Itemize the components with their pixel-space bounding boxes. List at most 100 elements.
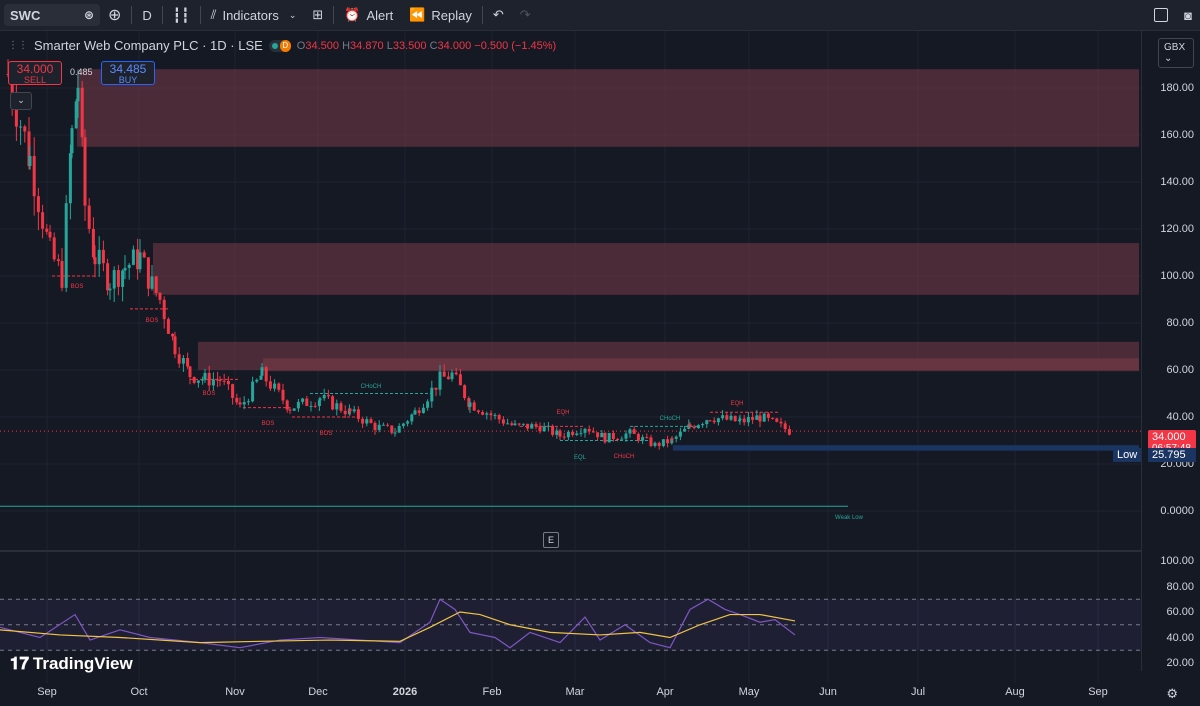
candle-body xyxy=(530,424,534,429)
interval-button[interactable]: D xyxy=(134,0,159,30)
brand-label: TradingView xyxy=(32,654,133,673)
candle-body xyxy=(361,418,365,424)
candle-body xyxy=(74,101,78,129)
sell-button[interactable]: 34.000 SELL xyxy=(8,61,62,85)
last-price: 34.000 xyxy=(1152,431,1186,443)
candle-body xyxy=(708,420,712,422)
candle-body xyxy=(181,358,185,364)
candle-body xyxy=(649,437,653,446)
supply-zone xyxy=(77,69,1139,147)
buy-price: 34.485 xyxy=(109,62,147,76)
tradingview-logo[interactable]: 𝟏𝟕 TradingView xyxy=(10,654,133,674)
redo-icon: ↷ xyxy=(519,7,531,22)
alarm-clock-icon: ⏰ xyxy=(344,7,361,22)
candle-body xyxy=(268,381,272,389)
plus-circle-icon: ⊕ xyxy=(108,7,122,24)
chevron-down-icon: ⌄ xyxy=(1164,53,1173,64)
chart-type-button[interactable]: ┇┇ xyxy=(165,0,198,30)
legend-title[interactable]: Smarter Web Company PLC · 1D · LSE xyxy=(34,38,263,53)
time-tick: Sep xyxy=(37,686,57,698)
symbol-info-icon[interactable]: ⊛ xyxy=(84,8,94,22)
indicators-icon: ⫽ xyxy=(210,7,217,22)
price-axis[interactable]: GBX ⌄ 180.00 160.00 140.00 120.00 100.00 80.0… xyxy=(1141,31,1200,671)
templates-button[interactable]: ⊞ xyxy=(304,0,331,30)
open-value: 34.500 xyxy=(305,39,340,52)
change-value: −0.500 (−1.45%) xyxy=(474,39,557,52)
currency-label: GBX xyxy=(1164,42,1186,53)
supply-zone xyxy=(263,358,1139,372)
candle-body xyxy=(108,288,112,291)
high-value: 34.870 xyxy=(350,39,384,52)
candle-body xyxy=(242,402,246,405)
candle-body xyxy=(587,428,591,432)
flag-badge: D xyxy=(279,39,291,52)
candle-body xyxy=(738,418,742,421)
time-tick: Aug xyxy=(1005,686,1025,698)
candle-body xyxy=(661,439,665,447)
candle-body xyxy=(171,333,175,337)
alert-label: Alert xyxy=(366,7,394,23)
symbol-search[interactable]: SWC ⊛ xyxy=(4,4,100,26)
candle-body xyxy=(636,433,640,441)
candle-body xyxy=(390,425,394,433)
currency-selector[interactable]: GBX ⌄ xyxy=(1158,38,1194,68)
candle-body xyxy=(729,415,733,420)
rsi-tick: 40.00 xyxy=(1166,631,1194,644)
alert-button[interactable]: ⏰ Alert xyxy=(336,0,401,30)
replay-button[interactable]: ⏪ Replay xyxy=(401,0,480,30)
grid-handle-icon[interactable]: ⋮⋮ xyxy=(8,40,28,51)
candle-body xyxy=(76,87,80,102)
candle-body xyxy=(430,387,434,402)
candle-body xyxy=(246,401,250,403)
earnings-badge[interactable]: E xyxy=(543,532,559,548)
candle-body xyxy=(674,436,678,439)
collapse-legend-button[interactable]: ⌄ xyxy=(10,92,32,110)
candle-body xyxy=(301,398,305,402)
chevron-down-icon[interactable]: ⌄ xyxy=(289,10,297,21)
candle-body xyxy=(620,438,624,440)
time-tick: May xyxy=(738,686,760,698)
candle-body xyxy=(238,402,242,405)
fullscreen-button[interactable] xyxy=(1146,0,1176,30)
time-axis[interactable]: Sep Oct Nov Dec 2026 Feb Mar Apr May Jun Jul Aug Sep xyxy=(0,683,1142,706)
buy-button[interactable]: 34.485 BUY xyxy=(101,61,155,85)
candle-body xyxy=(783,423,787,430)
candle-body xyxy=(779,421,783,424)
candle-body xyxy=(116,270,120,287)
redo-button[interactable]: ↷ xyxy=(512,0,539,30)
candle-body xyxy=(188,366,192,377)
settings-gear-icon[interactable]: ⚙ xyxy=(1166,686,1178,702)
time-tick: Jun xyxy=(819,686,837,698)
candle-body xyxy=(93,257,97,265)
candle-body xyxy=(87,205,91,229)
candle-body xyxy=(670,438,674,440)
undo-button[interactable]: ↶ xyxy=(485,0,512,30)
candle-body xyxy=(23,126,27,132)
candle-body xyxy=(438,371,442,390)
indicators-label: Indicators xyxy=(222,7,279,23)
indicators-button[interactable]: ⫽ Indicators ⌄ xyxy=(203,0,305,30)
compare-button[interactable]: ⊕ xyxy=(100,0,129,30)
candle-body xyxy=(632,429,636,434)
candle-body xyxy=(97,249,101,265)
candle-body xyxy=(489,413,493,416)
candle-body xyxy=(458,374,462,386)
candle-body xyxy=(101,249,105,264)
candle-body xyxy=(645,437,649,439)
candle-body xyxy=(506,423,510,425)
sell-label: SELL xyxy=(23,75,47,85)
candle-body xyxy=(766,413,770,418)
candle-body xyxy=(365,419,369,424)
candle-body xyxy=(150,276,154,289)
divider xyxy=(161,6,163,24)
time-tick: Nov xyxy=(225,686,245,698)
structure-label: BOS xyxy=(71,284,84,290)
candle-body xyxy=(493,415,497,417)
candle-body xyxy=(339,403,343,411)
price-tick: 180.00 xyxy=(1160,82,1194,94)
candle-body xyxy=(762,413,766,422)
candle-body xyxy=(162,299,166,320)
candle-body xyxy=(472,402,476,411)
snapshot-button[interactable]: ◙ xyxy=(1176,0,1200,30)
price-chart[interactable]: BOS BOS BOS BOS BOS CHoCH CHoCH CHoCH EQH EQH EQL W… xyxy=(0,31,1142,683)
